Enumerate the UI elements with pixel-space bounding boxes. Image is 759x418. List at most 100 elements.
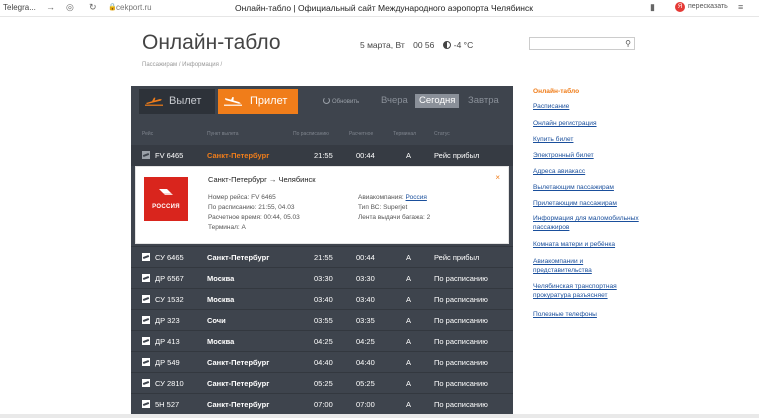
flight-status: По расписанию (434, 316, 488, 325)
flight-city: Москва (207, 337, 235, 346)
flight-sched: 04:25 (314, 337, 333, 346)
reload-icon[interactable]: ↻ (89, 2, 97, 13)
forward-icon[interactable]: → (46, 2, 55, 12)
sidebar-item-1[interactable]: Онлайн-табло (533, 87, 643, 96)
table-row[interactable]: 5Н 527 Санкт-Петербург 07:00 07:00 A По распи… (131, 393, 513, 414)
flight-expand-icon[interactable] (142, 274, 150, 282)
flight-expand-icon[interactable] (142, 358, 150, 366)
flight-detail-panel: РОССИЯ Санкт-Петербург → Челябинск × Ном… (135, 166, 509, 244)
tab-arrival[interactable]: Прилет (218, 89, 298, 114)
flight-expand-icon[interactable] (142, 316, 150, 324)
flight-term: A (406, 379, 412, 388)
summarize-button[interactable]: пересказать (688, 3, 728, 10)
flight-flight: СУ 6465 (155, 253, 184, 262)
flight-est: 03:30 (356, 274, 375, 283)
flight-estimated: 00:44 (356, 151, 375, 160)
arrival-plane-icon (224, 97, 242, 106)
table-row-selected[interactable]: FV 6465 Санкт-Петербург 21:55 00:44 A Ре… (131, 145, 513, 166)
detail-aircraft: Тип ВС: Superjet (358, 204, 408, 211)
tab-day-today[interactable]: Сегодня (415, 94, 460, 108)
airline-link[interactable]: Россия (406, 194, 427, 201)
flight-flight: 5Н 527 (155, 400, 180, 409)
close-icon[interactable]: × (495, 173, 500, 182)
sidebar-item-4[interactable]: Купить билет (533, 135, 643, 144)
col-scheduled: По расписанию (293, 131, 329, 137)
flight-expand-icon[interactable] (142, 400, 150, 408)
table-row[interactable]: ДР 413 Москва 04:25 04:25 A По расписанию (131, 330, 513, 351)
flight-number: FV 6465 (155, 151, 184, 160)
flight-expand-icon[interactable] (142, 253, 150, 261)
table-row[interactable]: СУ 1532 Москва 03:40 03:40 A По расписанию (131, 288, 513, 309)
table-row[interactable]: ДР 549 Санкт-Петербург 04:40 04:40 A По распи… (131, 351, 513, 372)
detail-airline: Авиакомпания: Россия (358, 194, 427, 201)
search-box: ⚲ (529, 37, 635, 55)
flight-terminal: A (406, 151, 412, 160)
refresh-label: Обновить (332, 99, 360, 105)
col-status: Статус (434, 131, 450, 137)
airline-logo: РОССИЯ (144, 177, 188, 221)
sidebar-item-12[interactable]: Челябинская транспортная прокуратура раз… (533, 282, 643, 300)
menu-icon[interactable]: ≡ (738, 2, 743, 12)
tab-day-yesterday[interactable]: Вчера (381, 94, 408, 108)
search-icon[interactable]: ⚲ (625, 39, 631, 48)
flight-est: 00:44 (356, 253, 375, 262)
flight-sched: 03:55 (314, 316, 333, 325)
yandex-icon[interactable]: Я (675, 2, 685, 12)
page-title: Онлайн-табло (142, 31, 281, 54)
current-time: 00 56 (413, 40, 435, 50)
sidebar-item-6[interactable]: Адреса авиакасс (533, 167, 643, 176)
detail-estimated: Расчетное время: 00:44, 05.03 (208, 214, 300, 221)
flight-sched: 03:30 (314, 274, 333, 283)
flight-expand-icon[interactable] (142, 295, 150, 303)
sidebar-item-5[interactable]: Электронный билет (533, 151, 643, 160)
flight-term: A (406, 358, 412, 367)
detail-baggage: Лента выдачи багажа: 2 (358, 214, 431, 221)
board-tabs: Вылет Прилет Обновить Вчера Сегодня Завт… (131, 86, 513, 116)
table-row[interactable]: СУ 6465 Санкт-Петербург 21:55 00:44 A Рейс пр… (131, 246, 513, 267)
profile-icon[interactable]: ◎ (66, 2, 74, 13)
sidebar-item-7[interactable]: Вылетающим пассажирам (533, 183, 643, 192)
flight-city: Санкт-Петербург (207, 400, 270, 409)
refresh-button[interactable]: Обновить (323, 97, 359, 105)
flight-status: По расписанию (434, 337, 488, 346)
table-row[interactable]: ДР 6567 Москва 03:30 03:30 A По расписанию (131, 267, 513, 288)
temperature: -4 °C (453, 40, 474, 50)
flight-status: По расписанию (434, 274, 488, 283)
sidebar-item-2[interactable]: Расписание (533, 102, 643, 111)
flight-status: По расписанию (434, 379, 488, 388)
sidebar-item-10[interactable]: Комната матери и ребёнка (533, 240, 643, 249)
table-row[interactable]: СУ 2810 Санкт-Петербург 05:25 05:25 A По расп… (131, 372, 513, 393)
refresh-icon (323, 97, 330, 104)
col-flight: Рейс (142, 131, 154, 137)
bookmark-icon[interactable]: ▮ (650, 2, 655, 13)
flight-expand-icon[interactable] (142, 337, 150, 345)
flight-est: 04:25 (356, 337, 375, 346)
flight-est: 04:40 (356, 358, 375, 367)
flight-expand-icon[interactable] (142, 151, 150, 159)
browser-bar: Telegra... → ◎ ↻ 🔒 cekport.ru Онлайн-таб… (0, 0, 759, 17)
tab-departure[interactable]: Вылет (139, 89, 215, 114)
sidebar-item-13[interactable]: Полезные телефоны (533, 310, 643, 319)
tab-day-tomorrow[interactable]: Завтра (468, 94, 499, 108)
search-input[interactable] (530, 44, 620, 55)
flight-flight: СУ 2810 (155, 379, 184, 388)
flight-term: A (406, 295, 412, 304)
browser-tab[interactable]: Telegra... (3, 3, 36, 12)
airline-logo-text: РОССИЯ (152, 204, 180, 210)
sidebar-item-11[interactable]: Авиакомпании и представительства (533, 257, 643, 275)
taskbar (0, 414, 759, 418)
address-bar[interactable]: cekport.ru (116, 3, 152, 12)
flight-city: Санкт-Петербург (207, 379, 270, 388)
sidebar-item-3[interactable]: Онлайн регистрация (533, 119, 643, 128)
flight-term: A (406, 316, 412, 325)
flight-flight: СУ 1532 (155, 295, 184, 304)
flight-est: 07:00 (356, 400, 375, 409)
sidebar-item-9[interactable]: Информация для маломобильных пассажиров (533, 214, 643, 232)
flight-sched: 04:40 (314, 358, 333, 367)
flight-expand-icon[interactable] (142, 379, 150, 387)
flight-flight: ДР 413 (155, 337, 180, 346)
table-row[interactable]: ДР 323 Сочи 03:55 03:35 A По расписанию (131, 309, 513, 330)
sidebar-item-8[interactable]: Прилетающим пассажирам (533, 199, 643, 208)
breadcrumb[interactable]: Пассажирам / Информация / (142, 62, 222, 68)
flight-flight: ДР 323 (155, 316, 180, 325)
